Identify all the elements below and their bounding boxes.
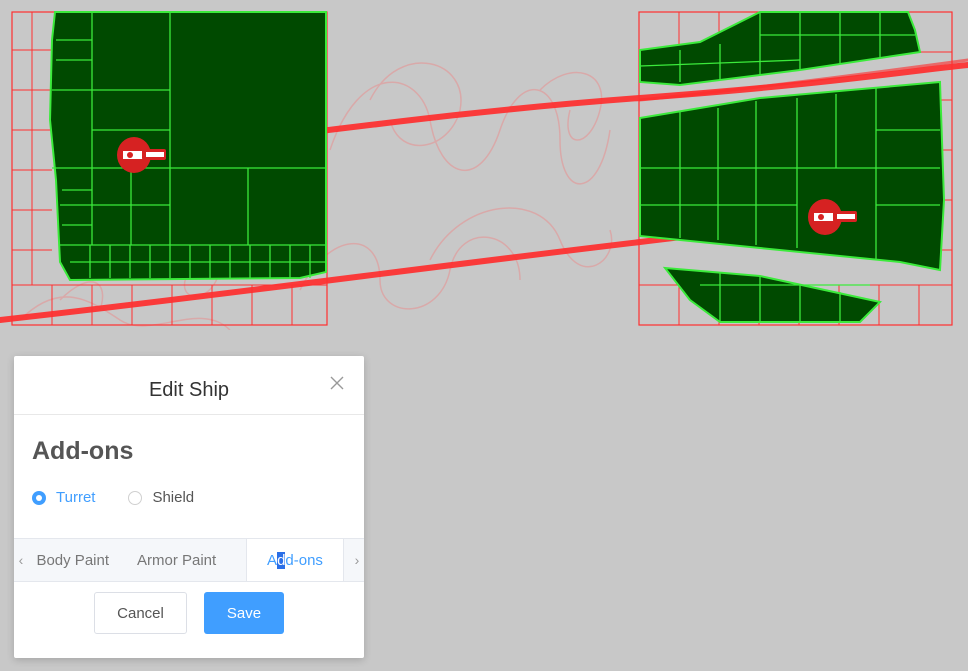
tab-label-part: A bbox=[267, 552, 278, 569]
save-button[interactable]: Save bbox=[204, 592, 284, 634]
tabs-bar: ‹ Body Paint Armor Paint Add-ons › bbox=[14, 538, 364, 582]
tab-add-ons[interactable]: Add-ons bbox=[246, 539, 344, 581]
tab-body-paint[interactable]: Body Paint bbox=[28, 539, 123, 581]
tab-armor-paint-label: Armor Paint bbox=[137, 551, 217, 569]
tab-body-paint-label: Body Paint bbox=[36, 551, 109, 569]
dialog-title: Edit Ship bbox=[148, 378, 230, 401]
close-icon[interactable] bbox=[330, 376, 344, 390]
tab-label-part: d-ons bbox=[285, 552, 323, 569]
dialog-header: Edit Ship bbox=[14, 356, 364, 415]
chevron-right-icon[interactable]: › bbox=[350, 539, 364, 581]
tab-add-ons-label: Add-ons bbox=[267, 552, 323, 569]
dialog-footer: Cancel Save bbox=[14, 592, 364, 636]
radio-button-unchecked[interactable] bbox=[128, 490, 143, 505]
section-title: Add-ons bbox=[32, 437, 134, 465]
tab-armor-paint[interactable]: Armor Paint bbox=[137, 539, 216, 581]
game-canvas[interactable] bbox=[0, 0, 968, 330]
radio-button-checked[interactable] bbox=[32, 490, 46, 505]
radio-shield[interactable]: Shield bbox=[128, 489, 194, 506]
chevron-left-icon[interactable]: ‹ bbox=[14, 539, 28, 581]
addon-radio-group: Turret Shield bbox=[32, 489, 227, 506]
right-hull bbox=[638, 11, 953, 326]
radio-label-shield: Shield bbox=[152, 489, 195, 506]
radio-label-turret: Turret bbox=[56, 489, 96, 506]
radio-turret[interactable]: Turret bbox=[32, 489, 95, 506]
left-hull bbox=[11, 11, 328, 326]
cancel-button[interactable]: Cancel bbox=[94, 592, 187, 634]
edit-ship-dialog: Edit Ship Add-ons Turret Shield ‹ Body P… bbox=[14, 356, 364, 658]
